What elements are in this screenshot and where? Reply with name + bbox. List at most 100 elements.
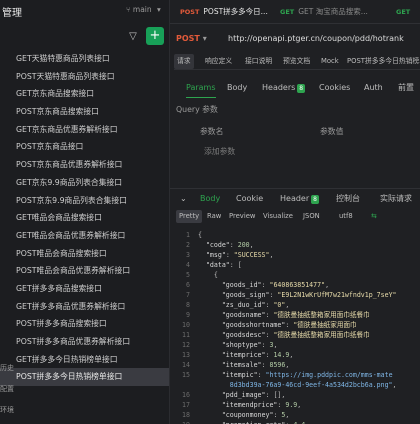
format-select[interactable]: JSON [300, 210, 323, 223]
param-value-header: 参数值 [320, 127, 344, 136]
sidebar-bottom-env[interactable]: 环境 [0, 405, 60, 415]
subtab-response-def[interactable]: 响应定义 [202, 54, 235, 69]
api-tree-item[interactable]: GET天猫特惠商品列表接口 [0, 50, 169, 68]
code-line: 3 "msg": "SUCCESS", [170, 250, 420, 260]
tab-label: POST拼多多今日... [203, 7, 268, 16]
resp-tab-actual[interactable]: 实际请求 [380, 191, 412, 207]
line-number: 12 [182, 341, 190, 349]
line-number: 4 [186, 261, 190, 269]
subtab-name[interactable]: POST拼多多今日热销榜单 [344, 54, 420, 69]
search-input[interactable] [0, 30, 110, 44]
url-bar: POST ▾ http://openapi.ptger.cn/coupon/pd… [170, 28, 420, 48]
api-tree-item[interactable]: GET京东9.9商品列表合集接口 [0, 174, 169, 192]
sidebar-title: 管理 [2, 8, 22, 19]
code-line: 14 "itemsale": 8596, [170, 360, 420, 370]
tab-request-3[interactable]: GET [390, 0, 414, 24]
api-tree: GET天猫特惠商品列表接口 POST天猫特惠商品列表接口 GET京东商品搜索接口 PO… [0, 50, 169, 387]
tab-method: GET [396, 8, 411, 16]
api-tree-item[interactable]: POST唯品会商品优惠券解析接口 [0, 262, 169, 280]
view-pretty[interactable]: Pretty [176, 210, 203, 223]
subtab-preview-doc[interactable]: 预览文档 [280, 54, 313, 69]
api-tree-item[interactable]: GET京东商品优惠券解析接口 [0, 121, 169, 139]
sidebar-bottom-config[interactable]: 配置 [0, 384, 60, 394]
code-text: "goodsname": "德肤曼抽纸整箱家用面巾纸餐巾 [221, 311, 370, 319]
api-tree-item-label: GET天猫特惠商品列表接口 [16, 54, 110, 63]
view-toolbar: Pretty Raw Preview Visualize JSON utf8 ⇆ [176, 210, 420, 224]
api-tree-item[interactable]: POST京东商品优惠券解析接口 [0, 156, 169, 174]
code-line: 18 "couponmoney": 5, [170, 410, 420, 420]
resp-tab-header[interactable]: Header 8 [280, 191, 319, 207]
tab-headers[interactable]: Headers 8 [262, 78, 306, 98]
tab-headers-label: Headers [262, 83, 296, 92]
api-tree-item[interactable]: POST京东9.9商品列表合集接口 [0, 192, 169, 210]
add-button[interactable]: + [146, 27, 164, 45]
api-tree-item[interactable]: POST唯品会商品搜索接口 [0, 245, 169, 263]
collapse-icon[interactable]: ⌄ [180, 191, 187, 207]
api-tree-item[interactable]: POST京东商品接口 [0, 138, 169, 156]
line-number: 2 [186, 241, 190, 249]
api-tree-item-label: GET京东商品优惠券解析接口 [16, 124, 118, 134]
tab-auth[interactable]: Auth [364, 78, 383, 98]
code-text: "msg": "SUCCESS", [205, 251, 274, 259]
api-tree-item[interactable]: GET京东商品搜索接口 [0, 85, 169, 103]
code-line: 19 "promotion_rate": 4.4, [170, 420, 420, 424]
url-input[interactable]: http://openapi.ptger.cn/coupon/pdd/hotra… [228, 31, 420, 46]
api-tree-item[interactable]: GET唯品会商品优惠券解析接口 [0, 227, 169, 245]
resp-tab-cookie[interactable]: Cookie [236, 191, 263, 207]
code-line: 10 "goodsshortname": "德肤曼抽纸家用面巾 [170, 320, 420, 330]
tab-params[interactable]: Params [186, 78, 216, 98]
code-line: 8 "zs_duo_id": "0", [170, 300, 420, 310]
api-tree-item-label: GET京东9.9商品列表合集接口 [16, 177, 123, 187]
api-tree-item[interactable]: POST拼多多商品搜索接口 [0, 315, 169, 333]
tab-request-1[interactable]: POST POST拼多多今日... [174, 0, 268, 24]
view-preview[interactable]: Preview [226, 210, 258, 223]
resp-tab-body[interactable]: Body [200, 191, 220, 207]
api-tree-item-label: POST拼多多商品优惠券解析接口 [16, 337, 131, 346]
tab-method: POST [180, 8, 200, 16]
code-line: 11 "goodsdesc": "德肤曼抽纸整箱家用面巾纸餐巾 [170, 330, 420, 340]
tab-body[interactable]: Body [227, 78, 247, 98]
api-tree-item[interactable]: POST京东商品搜索接口 [0, 103, 169, 121]
resp-tab-console[interactable]: 控制台 [336, 191, 360, 207]
tab-cookies[interactable]: Cookies [319, 78, 350, 98]
api-tree-item[interactable]: GET唯品会商品搜索接口 [0, 209, 169, 227]
subtab-request[interactable]: 请求 [174, 54, 194, 69]
line-number: 11 [182, 331, 190, 339]
api-tree-item-label: POST京东9.9商品列表合集接口 [16, 195, 127, 205]
api-tree-item[interactable]: POST拼多多商品优惠券解析接口 [0, 333, 169, 351]
resp-tab-header-label: Header [280, 194, 310, 203]
line-number: 8 [186, 301, 190, 309]
code-line: 8d3bd39a-76a9-46cd-9eef-4a534d2bcb6a.png… [170, 380, 420, 390]
line-number: 10 [182, 321, 190, 329]
tab-request-2[interactable]: GET GET 淘宝商品搜索... [274, 0, 368, 24]
code-text: "data": [ [205, 261, 242, 269]
encoding-select[interactable]: utf8 [336, 210, 356, 223]
api-tree-item-label: POST拼多多今日热销榜单接口 [16, 372, 123, 382]
subtab-mock[interactable]: Mock [318, 54, 342, 69]
method-select[interactable]: POST ▾ [176, 31, 216, 46]
api-tree-item[interactable]: POST天猫特惠商品列表接口 [0, 68, 169, 86]
tab-pre[interactable]: 前置 [398, 78, 414, 98]
code-line: 4 "data": [ [170, 260, 420, 270]
subtab-api-desc[interactable]: 接口说明 [242, 54, 275, 69]
code-text: "goodsshortname": "德肤曼抽纸家用面巾 [221, 321, 357, 329]
code-line: 13 "itemprice": 14.9, [170, 350, 420, 360]
api-tree-item-label: GET拼多多商品搜索接口 [16, 283, 102, 293]
line-number: 6 [186, 281, 190, 289]
api-tree-item[interactable]: GET拼多多商品优惠券解析接口 [0, 298, 169, 316]
add-param-button[interactable]: 添加参数 [204, 146, 235, 157]
left-sidebar: 管理 ⑂ main ▾ ▽ + GET天猫特惠商品列表接口 POST天猫特惠商品列… [0, 0, 170, 424]
code-line: 1{ [170, 230, 420, 240]
line-number: 19 [170, 420, 190, 424]
branch-selector[interactable]: ⑂ main ▾ [126, 5, 161, 14]
filter-icon[interactable]: ▽ [126, 30, 140, 44]
api-tree-item[interactable]: GET拼多多商品搜索接口 [0, 280, 169, 298]
sidebar-bottom-history[interactable]: 历史 [0, 363, 60, 373]
view-visualize[interactable]: Visualize [260, 210, 296, 223]
code-line: 2 "code": 200, [170, 240, 420, 250]
code-line: 16 "pdd_image": [], [170, 390, 420, 400]
code-text: "itempic": "https://img.pddpic.com/mms-m… [221, 371, 393, 379]
code-text: "goods_id": "640863851477", [221, 281, 330, 289]
wrap-icon[interactable]: ⇆ [368, 210, 380, 223]
view-raw[interactable]: Raw [204, 210, 224, 223]
